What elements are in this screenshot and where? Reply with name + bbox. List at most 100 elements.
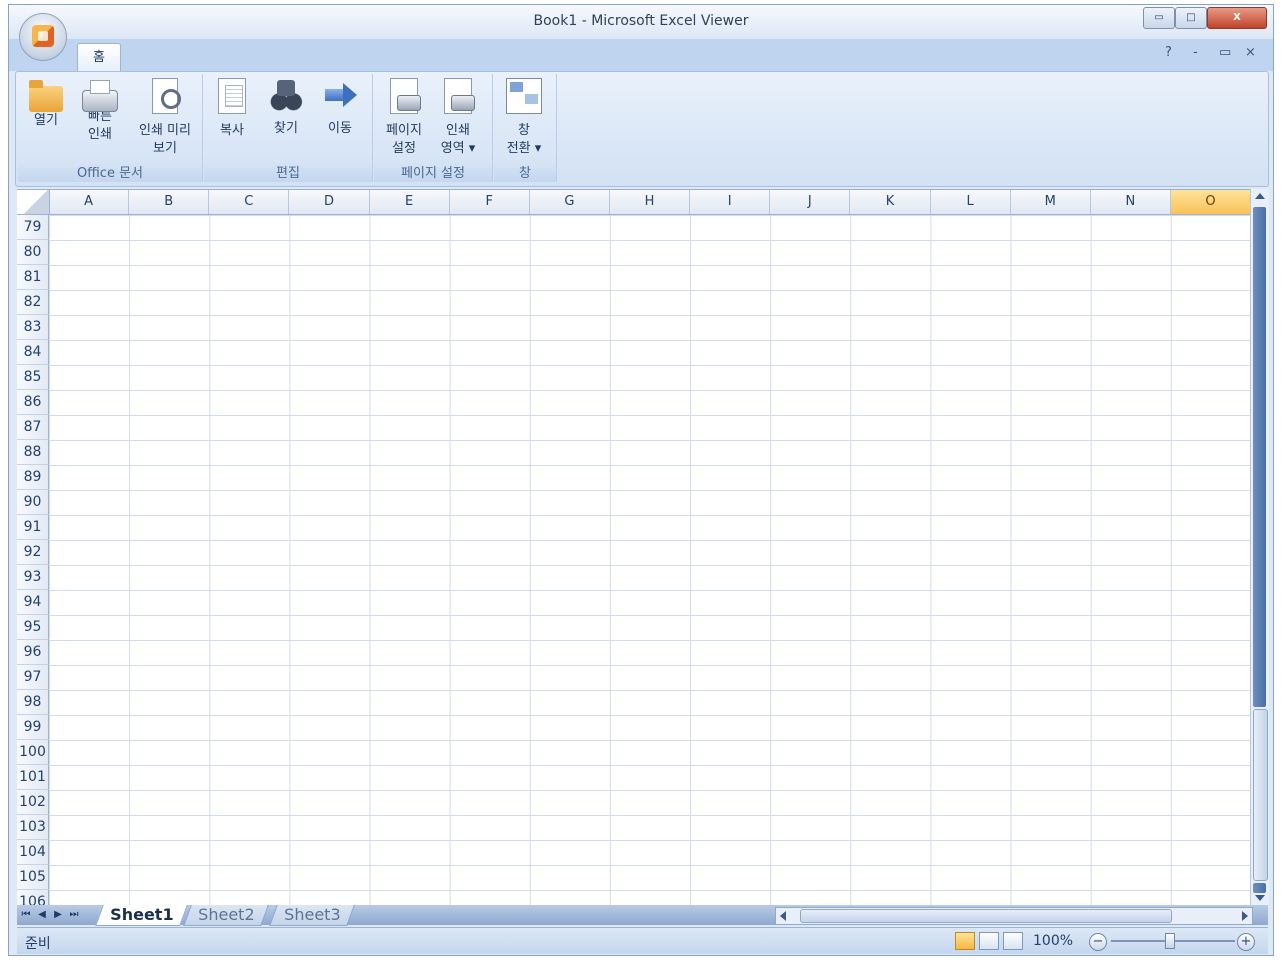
prev-sheet-icon[interactable]: ◀ — [35, 907, 49, 923]
open-button[interactable]: 열기 — [20, 78, 72, 130]
status-bar: 준비 100% − + — [17, 927, 1268, 954]
zoom-level[interactable]: 100% — [1033, 933, 1073, 949]
sheet-tab-sheet2[interactable]: Sheet2 — [183, 905, 270, 926]
row-header-94[interactable]: 94 — [17, 590, 49, 615]
scroll-left-icon[interactable] — [780, 911, 786, 921]
next-sheet-icon[interactable]: ▶ — [51, 907, 65, 923]
column-header-h[interactable]: H — [610, 190, 691, 214]
column-header-k[interactable]: K — [850, 190, 931, 214]
page-layout-view-icon[interactable] — [979, 932, 999, 950]
minimize-button[interactable]: ▭ — [1143, 7, 1175, 29]
row-header-105[interactable]: 105 — [17, 865, 49, 890]
quick-print-button[interactable]: 빠른 인쇄 — [74, 78, 126, 144]
group-page-setup: 페이지 설정 인쇄 영역 ▾ 페이지 설정 — [374, 74, 493, 182]
sheet-tab-sheet1[interactable]: Sheet1 — [95, 905, 189, 926]
row-header-82[interactable]: 82 — [17, 290, 49, 315]
row-header-95[interactable]: 95 — [17, 615, 49, 640]
row-header-106[interactable]: 106 — [17, 890, 49, 906]
find-button[interactable]: 찾기 — [260, 78, 312, 138]
row-header-92[interactable]: 92 — [17, 540, 49, 565]
page-break-view-icon[interactable] — [1003, 932, 1023, 950]
row-header-83[interactable]: 83 — [17, 315, 49, 340]
column-header-b[interactable]: B — [129, 190, 210, 214]
cell-area[interactable] — [49, 215, 1250, 906]
row-header-96[interactable]: 96 — [17, 640, 49, 665]
scroll-down-icon[interactable] — [1255, 895, 1265, 901]
row-header-103[interactable]: 103 — [17, 815, 49, 840]
sheet-tab-sheet3[interactable]: Sheet3 — [269, 905, 356, 926]
row-header-99[interactable]: 99 — [17, 715, 49, 740]
row-header-80[interactable]: 80 — [17, 240, 49, 265]
print-area-button[interactable]: 인쇄 영역 ▾ — [432, 78, 484, 158]
title-bar: Book1 - Microsoft Excel Viewer ▭ □ X — [9, 5, 1273, 39]
row-header-84[interactable]: 84 — [17, 340, 49, 365]
workbook-restore-button[interactable]: ▭ — [1219, 45, 1231, 60]
group-label-edit: 편집 — [204, 162, 372, 182]
close-button[interactable]: X — [1207, 7, 1267, 29]
row-header-85[interactable]: 85 — [17, 365, 49, 390]
column-header-o[interactable]: O — [1170, 190, 1250, 214]
zoom-slider-thumb[interactable] — [1165, 933, 1175, 949]
row-header-79[interactable]: 79 — [17, 215, 49, 240]
column-header-a[interactable]: A — [49, 190, 130, 214]
row-header-89[interactable]: 89 — [17, 465, 49, 490]
sheet-tab-bar: ⏮ ◀ ▶ ⏭ Sheet1 Sheet2 Sheet3 — [17, 905, 1268, 926]
column-header-g[interactable]: G — [530, 190, 610, 214]
status-ready: 준비 — [25, 936, 51, 952]
group-window: 창 전환 ▾ 창 — [494, 74, 557, 182]
worksheet-grid[interactable]: ABCDEFGHIJKLMNO 79 80 81 82 83 84 85 86 87 88 89 90… — [17, 189, 1250, 906]
row-header-81[interactable]: 81 — [17, 265, 49, 290]
workbook-minimize-button[interactable]: - — [1193, 45, 1198, 60]
horizontal-scroll-thumb[interactable] — [800, 909, 1172, 923]
last-sheet-icon[interactable]: ⏭ — [67, 907, 81, 923]
scroll-track-upper[interactable] — [1253, 207, 1266, 707]
office-button[interactable] — [19, 13, 67, 61]
horizontal-scrollbar[interactable] — [775, 907, 1253, 925]
column-header-m[interactable]: M — [1011, 190, 1091, 214]
row-header-101[interactable]: 101 — [17, 765, 49, 790]
row-header-88[interactable]: 88 — [17, 440, 49, 465]
scroll-track-lower[interactable] — [1253, 883, 1266, 893]
column-header-l[interactable]: L — [931, 190, 1011, 214]
switch-window-button[interactable]: 창 전환 ▾ — [498, 78, 550, 158]
column-header-n[interactable]: N — [1091, 190, 1171, 214]
maximize-button[interactable]: □ — [1175, 7, 1207, 29]
zoom-out-icon[interactable]: − — [1089, 933, 1107, 951]
vertical-scroll-thumb[interactable] — [1253, 709, 1268, 881]
row-header-93[interactable]: 93 — [17, 565, 49, 590]
column-headers: ABCDEFGHIJKLMNO — [17, 190, 1250, 215]
page-setup-button[interactable]: 페이지 설정 — [378, 78, 430, 158]
row-header-100[interactable]: 100 — [17, 740, 49, 765]
workbook-close-button[interactable]: × — [1245, 45, 1256, 60]
row-header-104[interactable]: 104 — [17, 840, 49, 865]
copy-icon — [218, 78, 246, 114]
row-header-98[interactable]: 98 — [17, 690, 49, 715]
office-logo-icon — [32, 25, 54, 47]
print-preview-button[interactable]: 인쇄 미리 보기 — [130, 78, 200, 158]
tab-home[interactable]: 홈 — [77, 43, 121, 72]
column-header-d[interactable]: D — [289, 190, 370, 214]
column-header-c[interactable]: C — [209, 190, 290, 214]
row-header-90[interactable]: 90 — [17, 490, 49, 515]
column-header-j[interactable]: J — [770, 190, 851, 214]
help-icon[interactable]: ? — [1165, 45, 1172, 60]
column-header-f[interactable]: F — [450, 190, 530, 214]
zoom-in-icon[interactable]: + — [1237, 933, 1255, 951]
row-header-97[interactable]: 97 — [17, 665, 49, 690]
group-label-page-setup: 페이지 설정 — [374, 162, 492, 182]
scroll-up-icon[interactable] — [1255, 193, 1265, 199]
vertical-scrollbar[interactable] — [1250, 189, 1269, 905]
first-sheet-icon[interactable]: ⏮ — [19, 907, 33, 923]
column-header-e[interactable]: E — [370, 190, 450, 214]
select-all-corner[interactable] — [17, 190, 50, 214]
row-header-86[interactable]: 86 — [17, 390, 49, 415]
row-header-91[interactable]: 91 — [17, 515, 49, 540]
copy-button[interactable]: 복사 — [206, 78, 258, 140]
row-header-87[interactable]: 87 — [17, 415, 49, 440]
row-header-102[interactable]: 102 — [17, 790, 49, 815]
column-header-i[interactable]: I — [690, 190, 771, 214]
ribbon-tab-strip: 홈 ? - ▭ × — [9, 39, 1273, 72]
normal-view-icon[interactable] — [955, 932, 975, 950]
scroll-right-icon[interactable] — [1242, 911, 1248, 921]
goto-button[interactable]: 이동 — [314, 78, 366, 138]
